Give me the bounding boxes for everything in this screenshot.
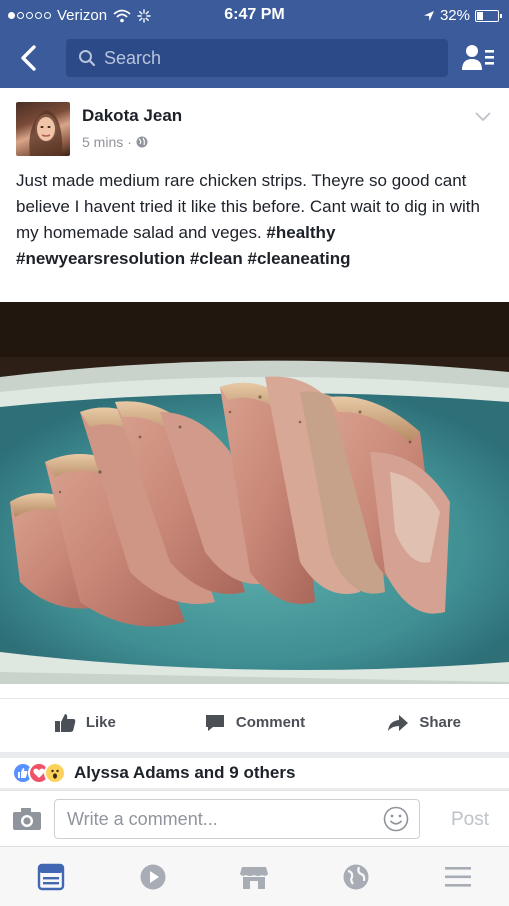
post-actions: Like Comment Share	[0, 698, 509, 746]
post-body: Just made medium rare chicken strips. Th…	[16, 171, 480, 242]
avatar[interactable]	[16, 102, 70, 156]
tab-menu[interactable]	[407, 847, 509, 906]
post-card: Dakota Jean 5 mins · Just made medium ra…	[0, 88, 509, 752]
emoji-icon[interactable]	[383, 806, 409, 832]
search-input[interactable]: Search	[66, 39, 448, 77]
battery-icon	[475, 9, 502, 22]
post-text: Just made medium rare chicken strips. Th…	[16, 168, 492, 272]
battery-percent: 32%	[439, 7, 470, 24]
news-feed-icon	[37, 863, 65, 890]
back-icon[interactable]	[14, 42, 46, 74]
like-button[interactable]: Like	[0, 699, 170, 746]
comment-placeholder: Write a comment...	[67, 808, 218, 829]
search-placeholder: Search	[104, 47, 162, 68]
menu-icon	[445, 866, 472, 887]
globe-icon	[136, 136, 148, 148]
location-arrow-icon	[423, 10, 434, 21]
chicken-strips-photo	[0, 302, 509, 684]
post-author[interactable]: Dakota Jean	[82, 106, 182, 126]
comment-button[interactable]: Comment	[170, 699, 340, 746]
notifications-globe-icon	[343, 864, 369, 889]
status-right: 32%	[423, 7, 502, 24]
tab-notifications[interactable]	[305, 847, 407, 906]
reactions-summary[interactable]: Alyssa Adams and 9 others	[0, 758, 509, 788]
share-label: Share	[419, 714, 462, 731]
bottom-tab-bar	[0, 846, 509, 906]
tab-video[interactable]	[102, 847, 204, 906]
status-bar: Verizon 6:47 PM 32%	[0, 0, 509, 30]
comment-label: Comment	[235, 714, 306, 731]
reactions-text: Alyssa Adams and 9 others	[74, 763, 296, 782]
share-arrow-icon	[388, 714, 409, 731]
like-label: Like	[85, 714, 116, 731]
avatar-image	[29, 110, 63, 156]
comment-icon	[205, 714, 224, 731]
post-time[interactable]: 5 mins	[82, 134, 123, 150]
post-comment-button[interactable]: Post	[451, 809, 489, 831]
tab-marketplace[interactable]	[204, 847, 306, 906]
wow-reaction-icon	[44, 762, 66, 784]
video-icon	[140, 864, 166, 889]
meta-separator: ·	[127, 134, 132, 150]
comment-bar: Write a comment... Post	[0, 790, 509, 846]
post-options-chevron-icon[interactable]	[475, 110, 491, 122]
post-meta: 5 mins ·	[82, 134, 148, 150]
search-icon	[79, 50, 96, 67]
tab-news-feed[interactable]	[0, 847, 102, 906]
post-photo[interactable]	[0, 302, 509, 684]
thumbs-up-icon	[54, 713, 76, 732]
comment-input[interactable]: Write a comment...	[54, 799, 420, 839]
top-bar: Verizon 6:47 PM 32% Search	[0, 0, 509, 88]
camera-icon[interactable]	[12, 807, 42, 831]
share-button[interactable]: Share	[339, 699, 509, 746]
marketplace-icon	[240, 866, 269, 889]
nav-bar: Search	[0, 36, 509, 80]
friends-icon[interactable]	[461, 42, 495, 74]
battery-fill	[477, 11, 484, 20]
reaction-icons	[12, 762, 66, 784]
